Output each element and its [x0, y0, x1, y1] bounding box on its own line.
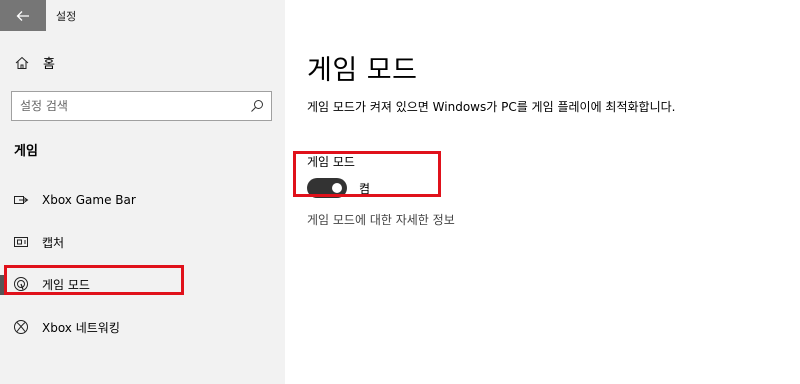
capture-icon [13, 234, 29, 250]
main-content: 게임 모드 게임 모드가 켜져 있으면 Windows가 PC를 게임 플레이에… [285, 0, 800, 384]
sidebar-item-home[interactable]: 홈 [14, 53, 55, 72]
game-mode-toggle-row: 켬 [307, 178, 370, 198]
sidebar-item-label: Xbox 네트워킹 [42, 320, 120, 335]
sidebar-item-xbox-networking[interactable]: Xbox 네트워킹 [0, 311, 285, 343]
title-bar: 설정 [0, 0, 285, 31]
page-description: 게임 모드가 켜져 있으면 Windows가 PC를 게임 플레이에 최적화합니… [307, 100, 676, 114]
back-arrow-icon [16, 10, 29, 21]
sidebar-item-label: 캡처 [42, 235, 65, 250]
page-title: 게임 모드 [307, 55, 418, 86]
back-button[interactable] [0, 0, 46, 31]
sidebar-item-xbox-game-bar[interactable]: Xbox Game Bar [0, 184, 285, 216]
sidebar: 홈 게임 Xbox Game Bar 캡처 [0, 31, 285, 384]
search-icon[interactable] [250, 99, 264, 113]
sidebar-item-label: 게임 모드 [42, 277, 90, 292]
sidebar-item-label: 홈 [43, 57, 55, 72]
section-heading: 게임 [14, 144, 38, 159]
app-title: 설정 [56, 10, 77, 23]
toggle-knob [332, 183, 342, 193]
game-bar-icon [13, 192, 29, 208]
home-icon [14, 55, 30, 71]
sidebar-item-game-mode[interactable]: 게임 모드 [0, 268, 285, 300]
game-mode-setting-label: 게임 모드 [307, 155, 355, 169]
game-mode-icon [13, 276, 29, 292]
toggle-state-text: 켬 [359, 181, 371, 196]
sidebar-item-label: Xbox Game Bar [42, 193, 136, 207]
more-info-link[interactable]: 게임 모드에 대한 자세한 정보 [307, 211, 455, 228]
search-box [11, 91, 272, 121]
search-input[interactable] [12, 92, 248, 120]
sidebar-item-capture[interactable]: 캡처 [0, 226, 285, 258]
xbox-icon [13, 319, 29, 335]
game-mode-toggle[interactable] [307, 178, 347, 198]
